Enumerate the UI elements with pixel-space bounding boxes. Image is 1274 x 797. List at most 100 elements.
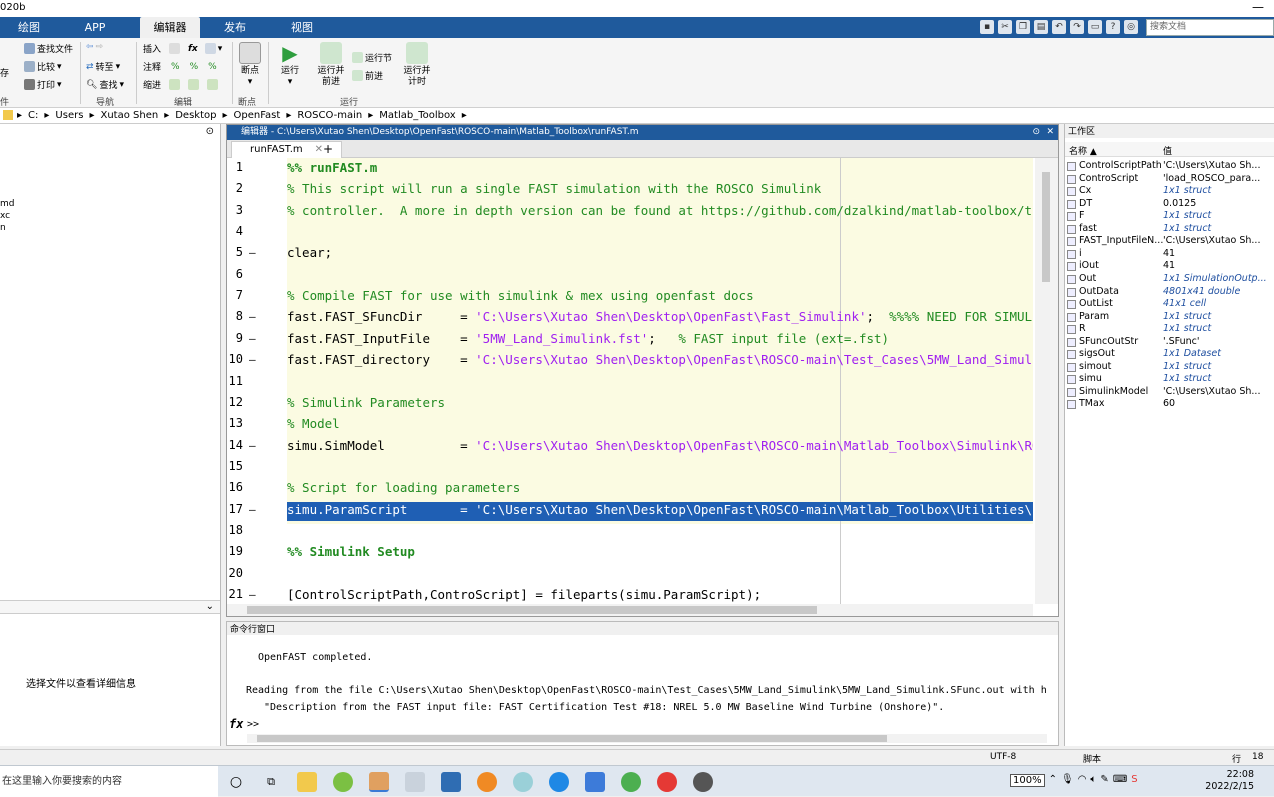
mail-icon[interactable] xyxy=(441,772,461,792)
breadcrumb-item[interactable]: Xutao Shen xyxy=(100,110,158,121)
file-item[interactable]: xc xyxy=(0,210,14,222)
microphone-icon[interactable]: 🎙︎ xyxy=(1061,774,1074,787)
tab-2[interactable]: 编辑器 xyxy=(140,17,200,38)
matlab-icon[interactable] xyxy=(369,772,389,792)
help-icon[interactable]: ? xyxy=(1106,20,1120,34)
workspace-variable-row[interactable]: sigsOut 1x1 Dataset xyxy=(1065,348,1274,361)
speaker-icon[interactable]: 🔈︎ xyxy=(1090,774,1096,787)
app-icon[interactable] xyxy=(585,772,605,792)
cut-icon[interactable]: ✂ xyxy=(998,20,1012,34)
breadcrumb-item[interactable]: C: xyxy=(28,110,38,121)
code-line[interactable]: % Model xyxy=(287,416,340,431)
command-horizontal-scrollbar[interactable] xyxy=(247,734,1047,743)
breadcrumb-item[interactable]: OpenFast xyxy=(234,110,281,121)
find-button[interactable]: 🔍︎ 查找 ▾ xyxy=(86,78,124,92)
paste-icon[interactable]: ▤ xyxy=(1034,20,1048,34)
ime-icon[interactable]: S xyxy=(1131,774,1137,787)
tab-0[interactable]: 绘图 xyxy=(10,17,48,38)
chrome-icon[interactable] xyxy=(657,772,677,792)
workspace-variable-row[interactable]: Param 1x1 struct xyxy=(1065,311,1274,324)
run-button[interactable]: ▶ 运行 ▾ xyxy=(276,42,304,88)
workspace-variable-row[interactable]: OutList 41x1 cell xyxy=(1065,298,1274,311)
code-line[interactable]: fast.FAST_SFuncDir = 'C:\Users\Xutao She… xyxy=(287,309,1033,324)
chevron-up-icon[interactable]: ⌃ xyxy=(1049,774,1057,787)
tab-close-icon[interactable]: ✕ xyxy=(315,144,323,155)
redo-icon[interactable]: ↷ xyxy=(1070,20,1084,34)
task-view-icon[interactable]: ⧉ xyxy=(261,772,281,792)
network-icon[interactable]: ◠ xyxy=(1078,774,1087,787)
horizontal-scrollbar[interactable] xyxy=(227,604,1033,616)
vertical-scrollbar[interactable] xyxy=(1035,158,1058,604)
workspace-variable-row[interactable]: ControlScriptPath 'C:\Users\Xutao Sh... xyxy=(1065,160,1274,173)
taskbar-search-input[interactable]: 在这里输入你要搜索的内容 xyxy=(0,766,218,797)
command-prompt[interactable]: >> xyxy=(247,719,259,730)
code-line[interactable]: fast.FAST_directory = 'C:\Users\Xutao Sh… xyxy=(287,352,1033,367)
workspace-variable-row[interactable]: FAST_InputFileN... 'C:\Users\Xutao Sh... xyxy=(1065,235,1274,248)
indent-button[interactable]: 缩进 xyxy=(143,78,219,91)
folder-icon[interactable] xyxy=(3,110,13,120)
edge-icon[interactable] xyxy=(549,772,569,792)
code-line[interactable]: [ControlScriptPath,ControScript] = filep… xyxy=(287,587,761,602)
code-area[interactable]: 1 %% runFAST.m 2 % This script will run a s… xyxy=(227,158,1033,604)
code-line[interactable]: fast.FAST_InputFile = '5MW_Land_Simulink… xyxy=(287,331,889,346)
tab-3[interactable]: 发布 xyxy=(216,17,254,38)
code-line[interactable]: %% Simulink Setup xyxy=(287,544,415,559)
fx-icon[interactable]: fx xyxy=(188,44,198,54)
code-line[interactable]: %% runFAST.m xyxy=(287,160,377,175)
workspace-variable-row[interactable]: SimulinkModel 'C:\Users\Xutao Sh... xyxy=(1065,386,1274,399)
copy-icon[interactable]: ❐ xyxy=(1016,20,1030,34)
back-forward-buttons[interactable]: ⇦ ⇨ xyxy=(86,42,103,52)
name-column-header[interactable]: 名称 ▲ xyxy=(1069,144,1097,157)
workspace-variable-row[interactable]: i 41 xyxy=(1065,248,1274,261)
breakpoint-marker[interactable]: — xyxy=(249,588,256,601)
switch-windows-icon[interactable]: ▭ xyxy=(1088,20,1102,34)
file-explorer-icon[interactable] xyxy=(297,772,317,792)
app-icon[interactable] xyxy=(405,772,425,792)
breadcrumb-item[interactable]: Desktop xyxy=(175,110,216,121)
clock[interactable]: 22:08 2022/2/15 xyxy=(1205,769,1254,793)
breakpoint-marker[interactable]: — xyxy=(249,439,256,452)
search-app-icon[interactable] xyxy=(477,772,497,792)
minimize-button[interactable]: — xyxy=(1252,0,1264,14)
app-icon[interactable] xyxy=(693,772,713,792)
code-line[interactable]: simu.ParamScript = 'C:\Users\Xutao Shen\… xyxy=(287,501,1033,521)
breakpoint-marker[interactable]: — xyxy=(249,332,256,345)
workspace-variable-row[interactable]: R 1x1 struct xyxy=(1065,323,1274,336)
cortana-icon[interactable]: ○ xyxy=(226,772,246,792)
advance-button[interactable]: 前进 xyxy=(352,69,383,82)
details-splitter[interactable]: ⌄ xyxy=(0,600,220,614)
workspace-variable-row[interactable]: SFuncOutStr '.SFunc' xyxy=(1065,336,1274,349)
undo-icon[interactable]: ↶ xyxy=(1052,20,1066,34)
comment-button[interactable]: 注释%%% xyxy=(143,60,217,74)
code-line[interactable]: % This script will run a single FAST sim… xyxy=(287,181,821,196)
run-and-time-button[interactable]: 运行并 计时 xyxy=(400,42,434,88)
app-icon[interactable] xyxy=(333,772,353,792)
compare-button[interactable]: 比较 ▾ xyxy=(24,60,62,73)
code-line[interactable]: % Script for loading parameters xyxy=(287,480,520,495)
tab-1[interactable]: APP xyxy=(76,17,114,38)
insert-button[interactable]: 插入 fx ▾ xyxy=(143,42,222,55)
run-advance-button[interactable]: 运行并 前进 xyxy=(314,42,348,88)
code-line[interactable]: clear; xyxy=(287,245,332,260)
code-line[interactable]: % controller. A more in depth version ca… xyxy=(287,203,1033,218)
breadcrumb-item[interactable]: Matlab_Toolbox xyxy=(379,110,455,121)
breakpoint-marker[interactable]: — xyxy=(249,503,256,516)
save-button[interactable]: 存 xyxy=(0,66,9,79)
workspace-variable-row[interactable]: simout 1x1 struct xyxy=(1065,361,1274,374)
app-icon[interactable] xyxy=(513,772,533,792)
print-button[interactable]: 打印 ▾ xyxy=(24,78,62,91)
workspace-variable-row[interactable]: ControScript 'load_ROSCO_para... xyxy=(1065,173,1274,186)
workspace-variable-row[interactable]: fast 1x1 struct xyxy=(1065,223,1274,236)
breadcrumb-item[interactable]: Users xyxy=(55,110,83,121)
breakpoint-marker[interactable]: — xyxy=(249,246,256,259)
file-item[interactable]: md xyxy=(0,198,14,210)
search-documentation-input[interactable]: 搜索文档 xyxy=(1146,19,1274,36)
new-tab-button[interactable]: + xyxy=(323,142,333,156)
pen-icon[interactable]: ✎ xyxy=(1100,774,1108,787)
close-icon[interactable]: ✕ xyxy=(1046,125,1054,140)
battery-icon[interactable]: 100% xyxy=(1010,774,1045,787)
editor-options-icon[interactable]: ⊙ xyxy=(1032,125,1040,140)
run-section-button[interactable]: 运行节 xyxy=(352,51,392,64)
workspace-variable-row[interactable]: Cx 1x1 struct xyxy=(1065,185,1274,198)
code-line[interactable]: % Compile FAST for use with simulink & m… xyxy=(287,288,754,303)
